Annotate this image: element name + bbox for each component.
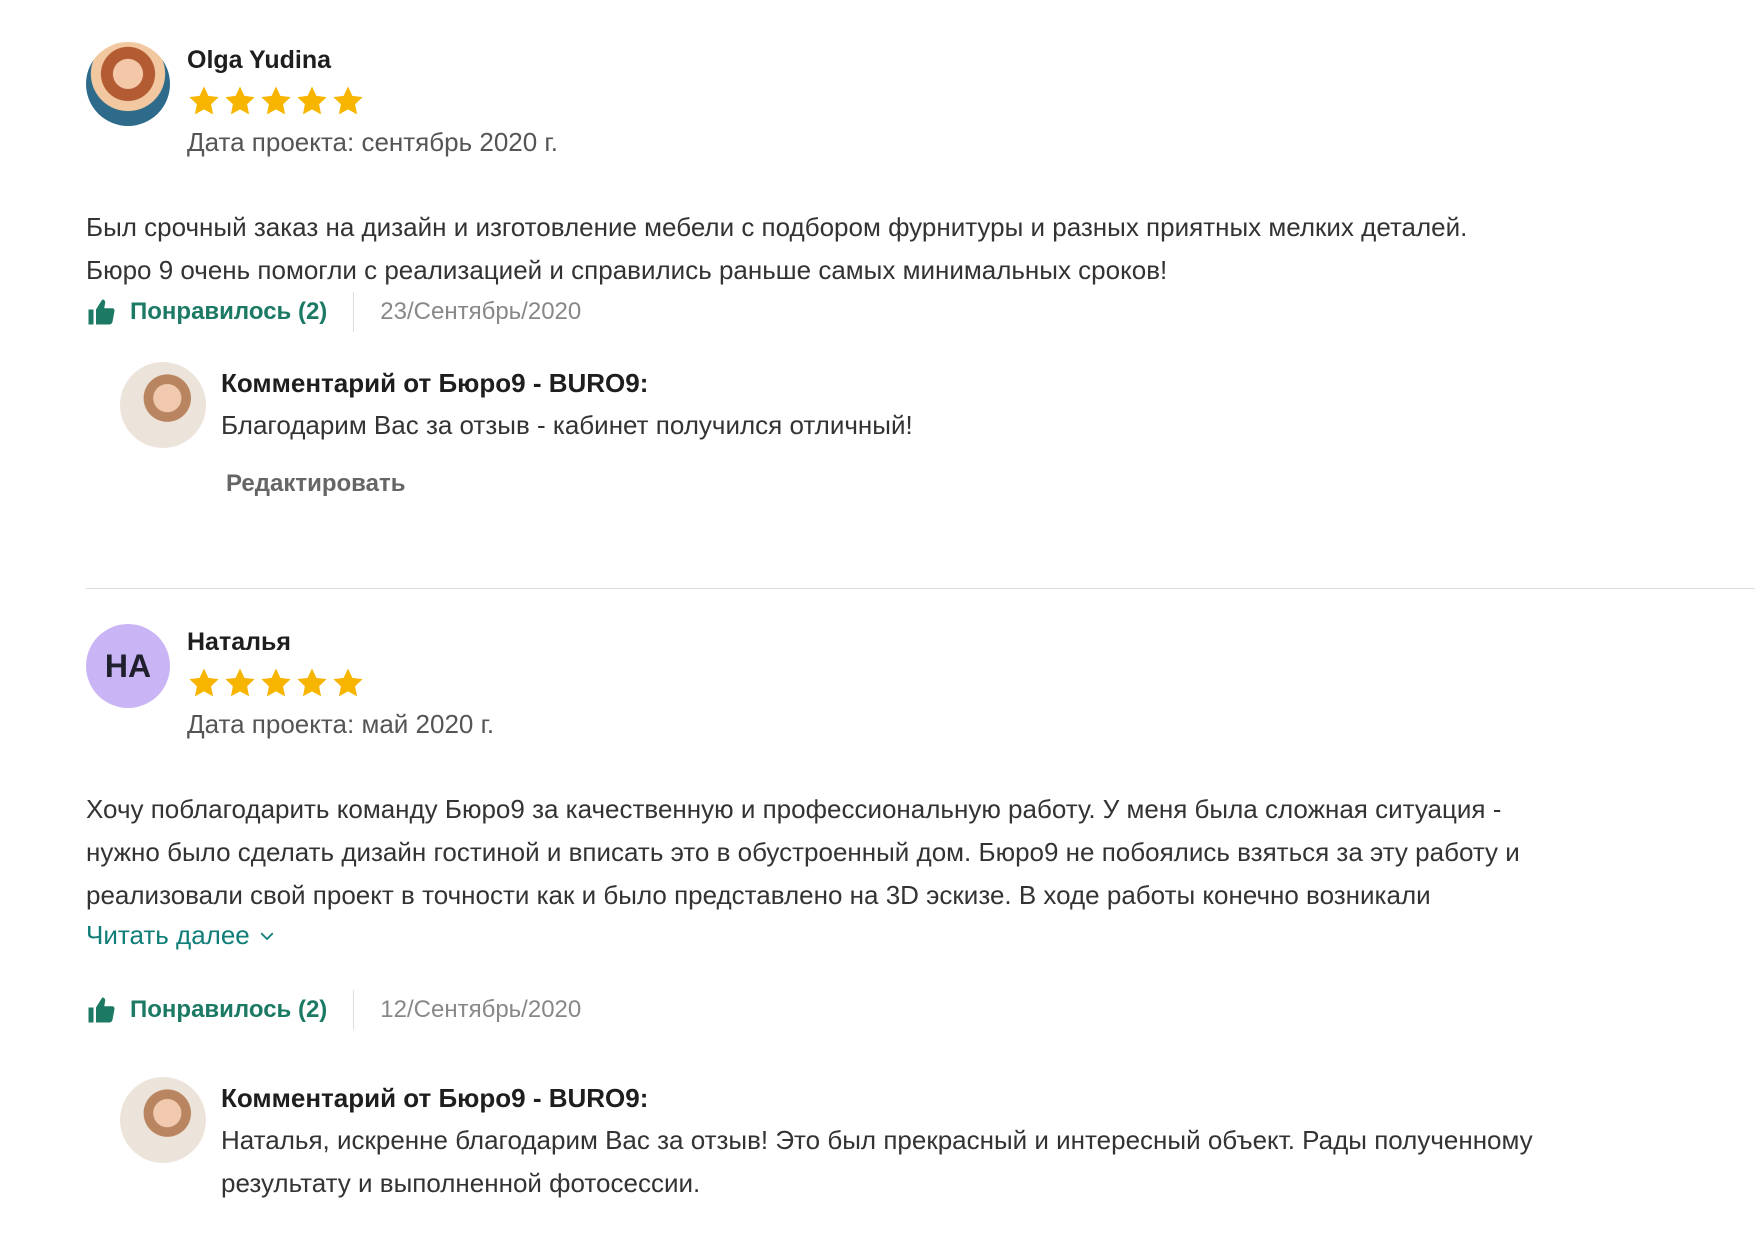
reply-text: Наталья, искренне благодарим Вас за отзы…	[221, 1119, 1751, 1205]
project-date: Дата проекта: сентябрь 2020 г.	[187, 127, 558, 157]
like-label: Понравилось (2)	[130, 996, 328, 1023]
reply-text-line: Наталья, искренне благодарим Вас за отзы…	[221, 1125, 1533, 1155]
review-divider	[86, 588, 1755, 589]
author-avatar[interactable]: НА	[86, 624, 170, 708]
author-avatar[interactable]	[86, 42, 170, 126]
review-text: Был срочный заказ на дизайн и изготовлен…	[86, 206, 1746, 292]
star-icon	[225, 668, 255, 697]
like-button[interactable]: Понравилось (2)	[86, 995, 327, 1025]
edit-reply-link[interactable]: Редактировать	[226, 470, 405, 498]
read-more-link[interactable]: Читать далее	[86, 920, 276, 951]
review-text: Хочу поблагодарить команду Бюро9 за каче…	[86, 788, 1746, 917]
reply-text-line: результату и выполненной фотосессии.	[221, 1168, 701, 1198]
thumbs-up-icon	[88, 299, 115, 325]
action-separator	[353, 292, 355, 332]
review-actions: Понравилось (2) 23/Сентябрь/2020	[86, 292, 581, 332]
reply-avatar	[120, 362, 206, 448]
review-actions: Понравилось (2) 12/Сентябрь/2020	[86, 990, 581, 1030]
rating-stars	[187, 84, 365, 118]
rating-stars	[187, 666, 365, 700]
star-icon	[261, 668, 291, 697]
review-text-line: нужно было сделать дизайн гостиной и впи…	[86, 837, 1520, 867]
star-icon	[333, 668, 363, 697]
action-separator	[353, 990, 355, 1030]
read-more-label: Читать далее	[86, 920, 250, 950]
reply-title: Комментарий от Бюро9 - BURO9:	[221, 1083, 649, 1113]
star-icon	[189, 668, 219, 697]
star-icon	[189, 86, 219, 115]
published-date: 12/Сентябрь/2020	[380, 996, 582, 1023]
reply-text-line: Благодарим Вас за отзыв - кабинет получи…	[221, 410, 913, 440]
project-date: Дата проекта: май 2020 г.	[187, 709, 495, 739]
like-label: Понравилось (2)	[130, 298, 328, 325]
review-text-line: Был срочный заказ на дизайн и изготовлен…	[86, 212, 1468, 242]
review-text-line: Хочу поблагодарить команду Бюро9 за каче…	[86, 794, 1502, 824]
author-name[interactable]: Наталья	[187, 628, 291, 657]
reply-avatar	[120, 1077, 206, 1163]
review-text-line: Бюро 9 очень помогли с реализацией и спр…	[86, 255, 1168, 285]
thumbs-up-icon	[88, 997, 115, 1023]
star-icon	[225, 86, 255, 115]
review-text-line: реализовали свой проект в точности как и…	[86, 880, 1431, 910]
star-icon	[297, 86, 327, 115]
star-icon	[297, 668, 327, 697]
author-name[interactable]: Olga Yudina	[187, 46, 331, 75]
reply-title: Комментарий от Бюро9 - BURO9:	[221, 368, 649, 398]
like-button[interactable]: Понравилось (2)	[86, 297, 327, 327]
chevron-down-icon	[260, 932, 273, 940]
reply-text: Благодарим Вас за отзыв - кабинет получи…	[221, 404, 1751, 447]
published-date: 23/Сентябрь/2020	[380, 298, 582, 325]
star-icon	[333, 86, 363, 115]
star-icon	[261, 86, 291, 115]
